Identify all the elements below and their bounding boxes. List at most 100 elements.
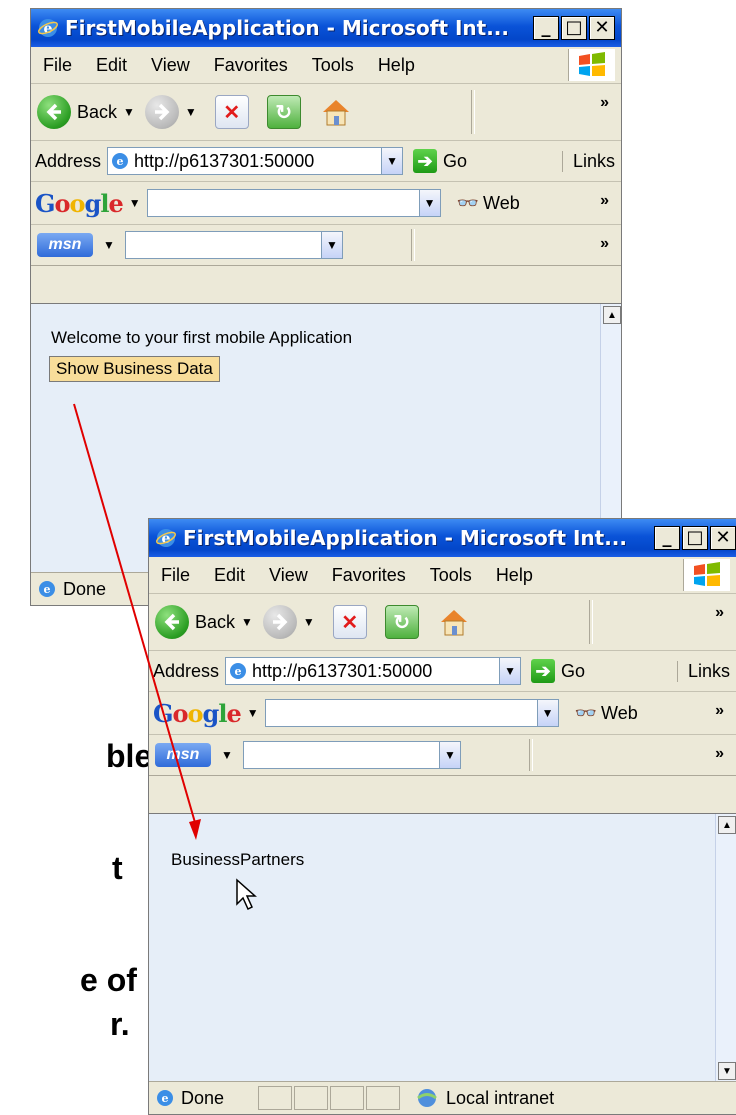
minimize-icon[interactable]: _ <box>654 526 680 550</box>
menu-view[interactable]: View <box>151 55 190 76</box>
google-search-input[interactable]: ▼ <box>146 189 441 217</box>
back-button-label[interactable]: Back <box>77 102 117 123</box>
menu-favorites[interactable]: Favorites <box>214 55 288 76</box>
google-dropdown-icon[interactable]: ▼ <box>129 196 141 210</box>
menu-favorites[interactable]: Favorites <box>332 565 406 586</box>
back-dropdown-icon[interactable]: ▼ <box>241 615 253 629</box>
zone-text: Local intranet <box>446 1087 555 1108</box>
local-intranet-icon <box>417 1089 437 1107</box>
slide-text-line-1: ble <box>106 738 153 774</box>
forward-dropdown-icon[interactable]: ▼ <box>185 105 197 119</box>
address-dropdown-icon[interactable]: ▼ <box>381 148 403 174</box>
msn-overflow-icon[interactable]: » <box>715 745 724 763</box>
svg-text:e: e <box>162 1092 169 1105</box>
msn-dropdown-icon[interactable]: ▼ <box>221 748 233 762</box>
google-search-dropdown-icon[interactable]: ▼ <box>418 190 440 216</box>
msn-search-input[interactable]: ▼ <box>124 231 343 259</box>
address-dropdown-icon[interactable]: ▼ <box>499 658 521 684</box>
scroll-up-icon[interactable]: ▲ <box>603 306 621 324</box>
refresh-icon[interactable]: ↻ <box>266 95 301 129</box>
back-arrow-icon[interactable] <box>37 95 71 129</box>
page-icon: e <box>230 663 247 679</box>
address-label: Address <box>153 660 220 681</box>
scroll-down-icon[interactable]: ▼ <box>718 1062 736 1080</box>
toolbar-overflow-icon[interactable]: » <box>715 604 724 622</box>
menu-file[interactable]: File <box>161 565 190 586</box>
menu-view[interactable]: View <box>269 565 308 586</box>
forward-arrow-icon[interactable] <box>144 95 179 129</box>
forward-arrow-icon[interactable] <box>262 605 297 639</box>
menu-bar: File Edit View Favorites Tools Help <box>31 47 621 84</box>
google-dropdown-icon[interactable]: ▼ <box>247 706 259 720</box>
google-search-dropdown-icon[interactable]: ▼ <box>536 700 558 726</box>
stop-icon[interactable]: ✕ <box>214 95 249 129</box>
msn-overflow-icon[interactable]: » <box>600 235 609 253</box>
menu-edit[interactable]: Edit <box>96 55 127 76</box>
links-button[interactable]: Links <box>676 660 730 682</box>
title-bar[interactable]: e FirstMobileApplication - Microsoft Int… <box>149 519 736 557</box>
standard-toolbar: Back ▼ ▼ ✕ ↻ » <box>31 84 621 141</box>
binoculars-icon[interactable]: 👓 <box>575 703 597 724</box>
menu-help[interactable]: Help <box>378 55 415 76</box>
address-input[interactable]: e http://p6137301:50000 ▼ <box>225 657 522 685</box>
google-toolbar: Google ▼ ▼ 👓 Web » <box>149 692 736 735</box>
page-content: ▲ ▼ BusinessPartners <box>149 813 736 1082</box>
back-arrow-icon[interactable] <box>155 605 189 639</box>
menu-file[interactable]: File <box>43 55 72 76</box>
toolbar-overflow-icon[interactable]: » <box>600 94 609 112</box>
binoculars-icon[interactable]: 👓 <box>457 193 479 214</box>
show-business-data-button[interactable]: Show Business Data <box>49 356 220 382</box>
address-input[interactable]: e http://p6137301:50000 ▼ <box>107 147 404 175</box>
msn-search-dropdown-icon[interactable]: ▼ <box>438 742 460 768</box>
vertical-scrollbar[interactable]: ▲ ▼ <box>715 814 736 1082</box>
window-title: FirstMobileApplication - Microsoft Int..… <box>183 526 627 550</box>
msn-search-input[interactable]: ▼ <box>242 741 461 769</box>
address-url: http://p6137301:50000 <box>134 150 315 171</box>
msn-toolbar: msn ▼ ▼ » <box>31 225 621 266</box>
business-partners-text: BusinessPartners <box>171 850 305 869</box>
go-button[interactable]: Go <box>443 151 467 172</box>
svg-text:e: e <box>44 583 51 596</box>
mouse-cursor-icon <box>236 878 257 911</box>
refresh-icon[interactable]: ↻ <box>384 605 419 639</box>
maximize-icon[interactable]: □ <box>561 16 587 40</box>
back-dropdown-icon[interactable]: ▼ <box>123 105 135 119</box>
home-icon[interactable] <box>319 95 353 129</box>
home-icon[interactable] <box>437 605 471 639</box>
back-button-label[interactable]: Back <box>195 612 235 633</box>
stop-icon[interactable]: ✕ <box>332 605 367 639</box>
status-panel <box>294 1086 329 1110</box>
address-label: Address <box>35 150 102 171</box>
minimize-icon[interactable]: _ <box>533 16 559 40</box>
welcome-text: Welcome to your first mobile Application <box>51 328 353 347</box>
close-icon[interactable]: ✕ <box>710 526 736 550</box>
go-arrow-icon[interactable]: ➔ <box>531 659 556 683</box>
links-button[interactable]: Links <box>561 150 615 172</box>
google-overflow-icon[interactable]: » <box>600 192 609 210</box>
close-icon[interactable]: ✕ <box>589 16 615 40</box>
google-search-input[interactable]: ▼ <box>264 699 559 727</box>
scroll-up-icon[interactable]: ▲ <box>718 816 736 834</box>
go-button[interactable]: Go <box>561 661 585 682</box>
msn-search-dropdown-icon[interactable]: ▼ <box>320 232 342 258</box>
menu-tools[interactable]: Tools <box>430 565 472 586</box>
web-search-button[interactable]: Web <box>601 703 638 724</box>
menu-edit[interactable]: Edit <box>214 565 245 586</box>
msn-logo[interactable]: msn <box>155 743 211 767</box>
status-text: Done <box>63 578 107 599</box>
menu-help[interactable]: Help <box>496 565 533 586</box>
msn-dropdown-icon[interactable]: ▼ <box>103 238 115 252</box>
status-panel <box>366 1086 401 1110</box>
msn-logo[interactable]: msn <box>37 233 93 257</box>
maximize-icon[interactable]: □ <box>682 526 708 550</box>
google-logo[interactable]: Google <box>153 699 242 728</box>
google-overflow-icon[interactable]: » <box>715 702 724 720</box>
google-logo[interactable]: Google <box>35 189 124 218</box>
google-toolbar: Google ▼ ▼ 👓 Web » <box>31 182 621 225</box>
forward-dropdown-icon[interactable]: ▼ <box>303 615 315 629</box>
slide-text-line-4: r. <box>110 1006 130 1042</box>
web-search-button[interactable]: Web <box>483 193 520 214</box>
go-arrow-icon[interactable]: ➔ <box>413 149 438 173</box>
menu-tools[interactable]: Tools <box>312 55 354 76</box>
title-bar[interactable]: e FirstMobileApplication - Microsoft Int… <box>31 9 621 47</box>
